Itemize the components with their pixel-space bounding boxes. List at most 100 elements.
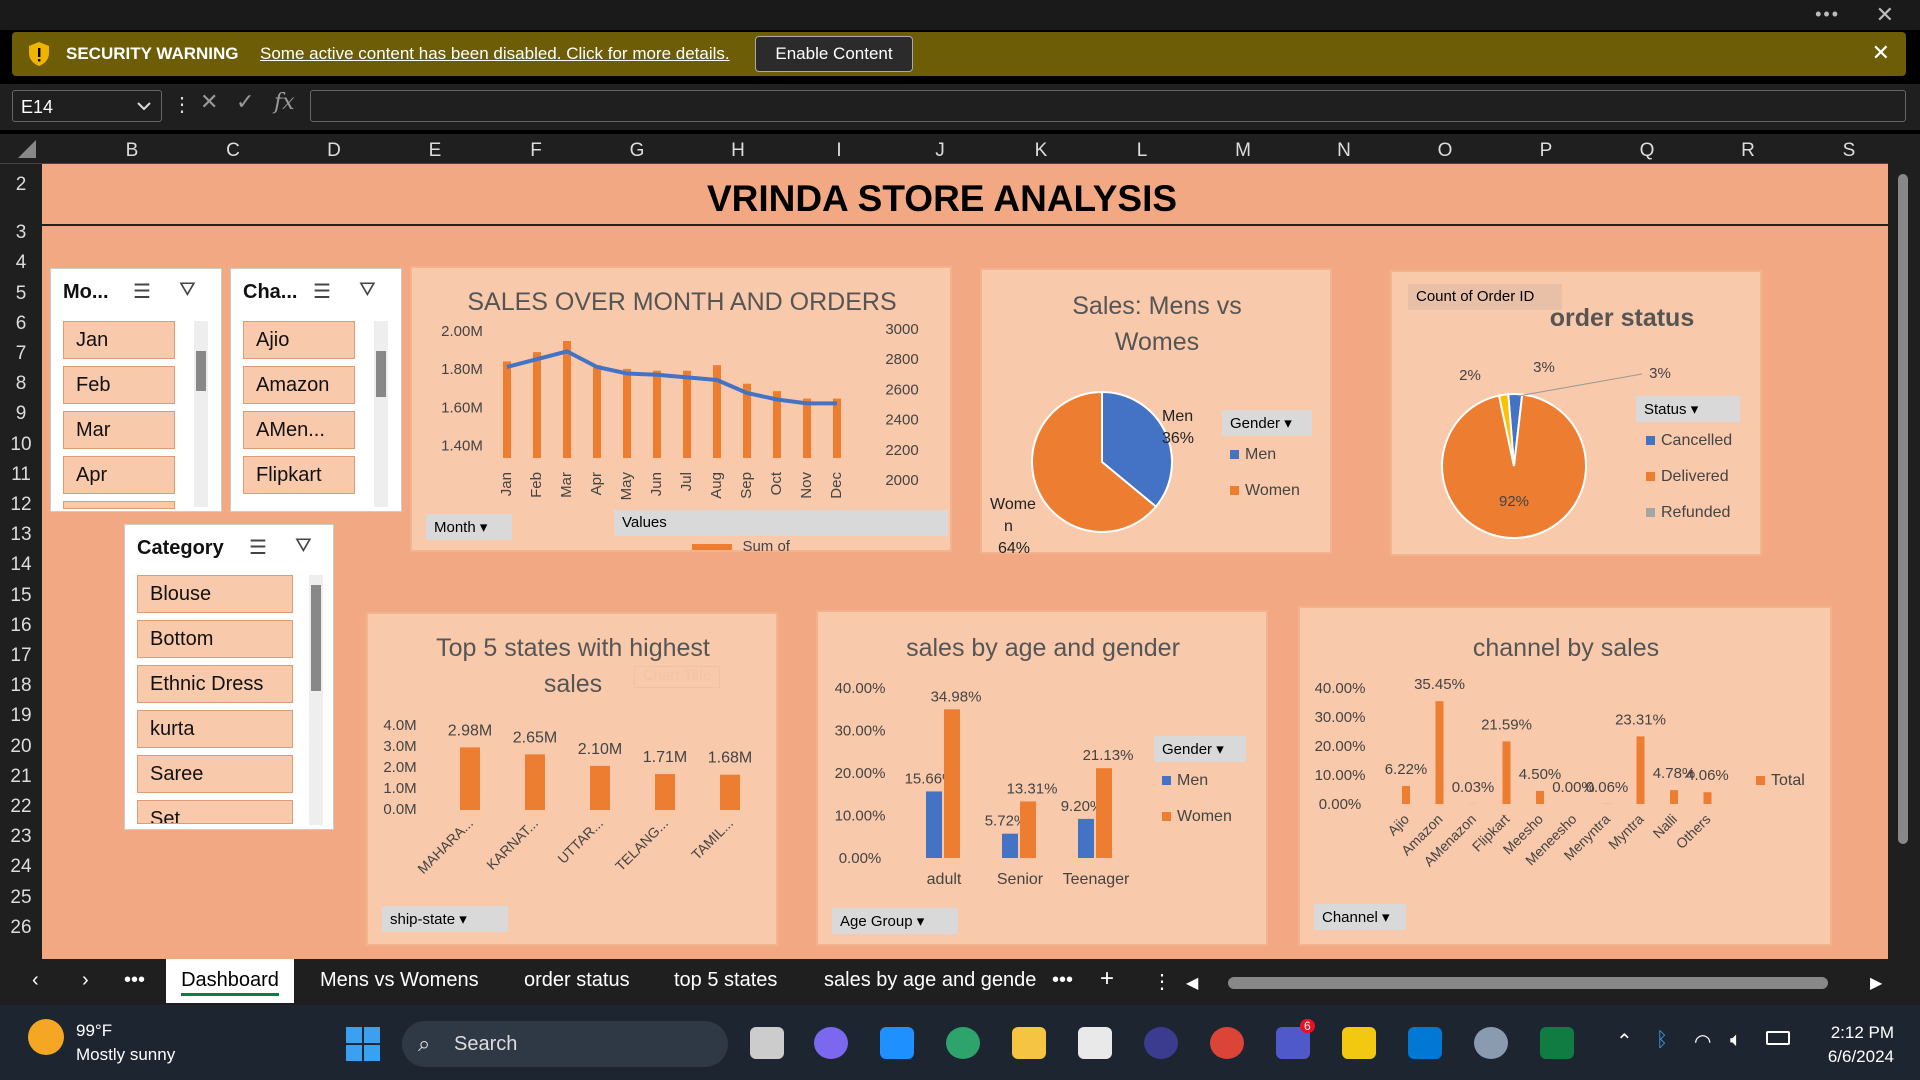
store-icon[interactable]	[1078, 1027, 1112, 1059]
slicer-item-ajio[interactable]: Ajio	[243, 321, 355, 359]
slicer-item-amen[interactable]: AMen...	[243, 411, 355, 449]
horizontal-scrollbar[interactable]	[1228, 977, 1828, 989]
close-warning-button[interactable]: ✕	[1872, 40, 1890, 66]
status-filter-button[interactable]: Status ▾	[1636, 396, 1740, 422]
tab-sales-by-age[interactable]: sales by age and gende	[824, 969, 1038, 992]
name-box[interactable]: E14	[12, 90, 162, 122]
slicer-item-set[interactable]: Set	[137, 800, 293, 824]
desktop-icon[interactable]	[880, 1027, 914, 1059]
slicer-item-jan[interactable]: Jan	[63, 321, 175, 359]
values-field-button[interactable]: Values	[614, 510, 948, 536]
clear-filter-icon[interactable]: ⛛	[295, 535, 312, 558]
file-explorer-icon[interactable]	[1012, 1027, 1046, 1059]
row-header[interactable]: 9	[0, 403, 42, 425]
row-header[interactable]: 20	[0, 736, 42, 758]
slicer-item-partial[interactable]	[63, 501, 175, 509]
ship-state-filter-button[interactable]: ship-state ▾	[382, 906, 508, 932]
more-icon[interactable]: ⋮	[172, 92, 192, 117]
tab-order-status[interactable]: order status	[524, 969, 630, 992]
age-gender-chart[interactable]: sales by age and gender 40.00% 30.00% 20.0…	[816, 610, 1268, 946]
row-header[interactable]: 3	[0, 222, 42, 244]
more-options-icon[interactable]: •••	[1815, 4, 1840, 25]
slicer-item-apr[interactable]: Apr	[63, 456, 175, 494]
slicer-item-kurta[interactable]: kurta	[137, 710, 293, 748]
column-header[interactable]: M	[1193, 140, 1293, 162]
month-filter-button[interactable]: Month ▾	[426, 514, 512, 540]
power-bi-icon[interactable]	[1342, 1027, 1376, 1059]
column-header[interactable]: K	[991, 140, 1091, 162]
window-close-button[interactable]: ✕	[1876, 2, 1894, 28]
sales-over-month-chart[interactable]: SALES OVER MONTH AND ORDERS 2.00M 1.80M 1.…	[410, 266, 952, 552]
weather-icon[interactable]	[28, 1019, 64, 1055]
scroll-thumb[interactable]	[1898, 174, 1908, 844]
wifi-icon[interactable]: ◠	[1694, 1029, 1711, 1054]
row-header[interactable]: 23	[0, 826, 42, 848]
slicer-item-ethnic-dress[interactable]: Ethnic Dress	[137, 665, 293, 703]
clock[interactable]: 2:12 PM 6/6/2024	[1828, 1021, 1894, 1069]
column-header[interactable]: I	[789, 140, 889, 162]
slicer-item-flipkart[interactable]: Flipkart	[243, 456, 355, 494]
row-header[interactable]: 19	[0, 705, 42, 727]
next-sheet-icon[interactable]: ›	[82, 969, 89, 992]
prev-sheet-icon[interactable]: ‹	[32, 969, 39, 992]
vertical-scrollbar[interactable]	[1888, 134, 1920, 959]
row-header[interactable]: 15	[0, 585, 42, 607]
row-header[interactable]: 11	[0, 464, 42, 486]
bluetooth-icon[interactable]: ᛒ	[1656, 1029, 1668, 1052]
column-header[interactable]: H	[688, 140, 788, 162]
add-sheet-icon[interactable]: +	[1100, 965, 1114, 993]
row-header[interactable]: 14	[0, 554, 42, 576]
category-slicer[interactable]: Category ☰ ⛛ Blouse Bottom Ethnic Dress …	[124, 524, 334, 830]
tab-mens-vs-womens[interactable]: Mens vs Womens	[320, 969, 479, 992]
row-header[interactable]: 26	[0, 917, 42, 939]
slicer-item-blouse[interactable]: Blouse	[137, 575, 293, 613]
row-header[interactable]: 5	[0, 283, 42, 305]
gender-filter-button[interactable]: Gender ▾	[1222, 410, 1312, 436]
row-header[interactable]: 4	[0, 252, 42, 274]
security-details-link[interactable]: Some active content has been disabled. C…	[260, 44, 730, 64]
column-header[interactable]: P	[1496, 140, 1596, 162]
channel-sales-chart[interactable]: channel by sales 40.00% 30.00% 20.00% 10.00…	[1298, 606, 1832, 946]
column-header[interactable]: B	[82, 140, 182, 162]
row-header[interactable]: 25	[0, 887, 42, 909]
chevron-up-icon[interactable]: ⌃	[1616, 1029, 1633, 1054]
row-header[interactable]: 6	[0, 313, 42, 335]
slicer-item-bottom[interactable]: Bottom	[137, 620, 293, 658]
tab-dashboard[interactable]: Dashboard	[166, 959, 294, 1003]
teams-icon[interactable]: 6	[1276, 1019, 1315, 1059]
settings-icon[interactable]	[1474, 1027, 1508, 1059]
row-header[interactable]: 21	[0, 766, 42, 788]
start-icon[interactable]	[346, 1027, 380, 1061]
column-header[interactable]: C	[183, 140, 283, 162]
select-all-icon[interactable]	[16, 138, 38, 160]
excel-icon[interactable]	[1540, 1027, 1574, 1059]
column-header[interactable]: O	[1395, 140, 1495, 162]
eclipse-icon[interactable]	[1144, 1027, 1178, 1059]
slicer-item-feb[interactable]: Feb	[63, 366, 175, 404]
row-header[interactable]: 2	[0, 174, 42, 196]
gender-filter-button[interactable]: Gender ▾	[1154, 736, 1246, 762]
scroll-right-icon[interactable]: ▶	[1870, 973, 1882, 993]
chrome-icon[interactable]	[1210, 1027, 1244, 1059]
row-header[interactable]: 16	[0, 615, 42, 637]
row-header[interactable]: 10	[0, 434, 42, 456]
slicer-scrollbar[interactable]	[374, 321, 388, 507]
month-slicer[interactable]: Mo... ☰ ⛛ Jan Feb Mar Apr	[50, 268, 222, 512]
multi-select-icon[interactable]: ☰	[133, 279, 151, 304]
column-header[interactable]: Q	[1597, 140, 1697, 162]
cancel-icon[interactable]: ✕	[200, 90, 218, 115]
order-status-chart[interactable]: Count of Order ID order status 92% 2% 3% 3%…	[1390, 270, 1762, 556]
row-header[interactable]: 8	[0, 373, 42, 395]
more-sheets-icon[interactable]: •••	[124, 969, 145, 992]
row-header[interactable]: 17	[0, 645, 42, 667]
mens-vs-womens-chart[interactable]: Sales: Mens vs Womes Men 36% Wome n 64% G…	[980, 268, 1332, 554]
column-header[interactable]: E	[385, 140, 485, 162]
battery-icon[interactable]	[1766, 1031, 1790, 1045]
tab-top-5-states[interactable]: top 5 states	[674, 969, 777, 992]
row-header[interactable]: 22	[0, 796, 42, 818]
slicer-item-saree[interactable]: Saree	[137, 755, 293, 793]
channel-filter-button[interactable]: Channel ▾	[1314, 904, 1406, 930]
column-header[interactable]: R	[1698, 140, 1798, 162]
age-group-filter-button[interactable]: Age Group ▾	[832, 908, 958, 934]
formula-input[interactable]	[310, 90, 1906, 122]
